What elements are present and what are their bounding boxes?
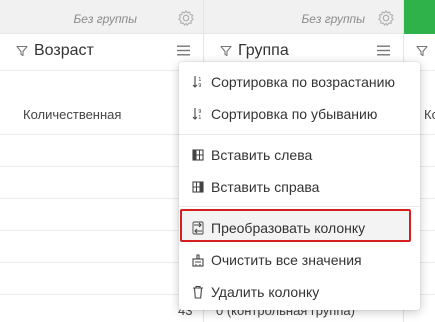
column-title[interactable]: Группа [238,42,289,60]
insert-left-icon [192,149,204,161]
menu-item-label: Сортировка по возрастанию [211,74,395,90]
column-title[interactable]: Возраст [34,42,94,60]
menu-item-clear-values[interactable]: Очистить все значения [179,245,420,275]
column-type-label[interactable]: Количественная [23,107,121,122]
svg-text:1: 1 [198,115,201,121]
menu-item-label: Вставить справа [211,179,320,195]
gear-icon[interactable] [377,9,395,27]
group-label: Без группы [301,12,366,26]
column-context-menu: 1 9 Сортировка по возрастанию 9 1 Сортир… [179,62,420,310]
menu-divider [179,206,420,207]
menu-item-label: Преобразовать колонку [211,220,366,236]
menu-item-label: Сортировка по убыванию [211,106,378,122]
menu-item-insert-right[interactable]: Вставить справа [179,172,420,202]
svg-text:9: 9 [198,83,201,89]
filter-icon[interactable] [416,45,428,57]
menu-item-delete-column[interactable]: Удалить колонку [179,277,420,307]
gear-icon[interactable] [177,9,195,27]
filter-icon[interactable] [16,45,28,57]
column-age: Без группы Возраст Количественная 43 [0,0,204,322]
filter-icon[interactable] [220,45,232,57]
column-type-label[interactable]: Ко [424,107,435,122]
menu-divider [179,134,420,135]
sort-descending-icon: 9 1 [192,108,201,121]
sort-ascending-icon: 1 9 [192,76,201,89]
menu-item-insert-left[interactable]: Вставить слева [179,140,420,170]
menu-item-label: Удалить колонку [211,284,320,300]
menu-item-sort-asc[interactable]: 1 9 Сортировка по возрастанию [179,67,420,97]
column-menu-icon[interactable] [177,45,190,56]
trash-icon [193,285,203,299]
group-header: Без группы [0,0,203,34]
menu-item-transform-column[interactable]: Преобразовать колонку [179,213,420,243]
menu-item-label: Очистить все значения [211,252,362,268]
column-menu-icon[interactable] [377,45,390,56]
clear-values-icon [192,254,204,267]
menu-item-label: Вставить слева [211,147,313,163]
group-header-accent [404,0,435,34]
menu-item-sort-desc[interactable]: 9 1 Сортировка по убыванию [179,99,420,129]
group-label: Без группы [73,12,138,26]
transform-column-icon [192,221,204,235]
group-header: Без группы [204,0,403,34]
insert-right-icon [192,181,204,193]
